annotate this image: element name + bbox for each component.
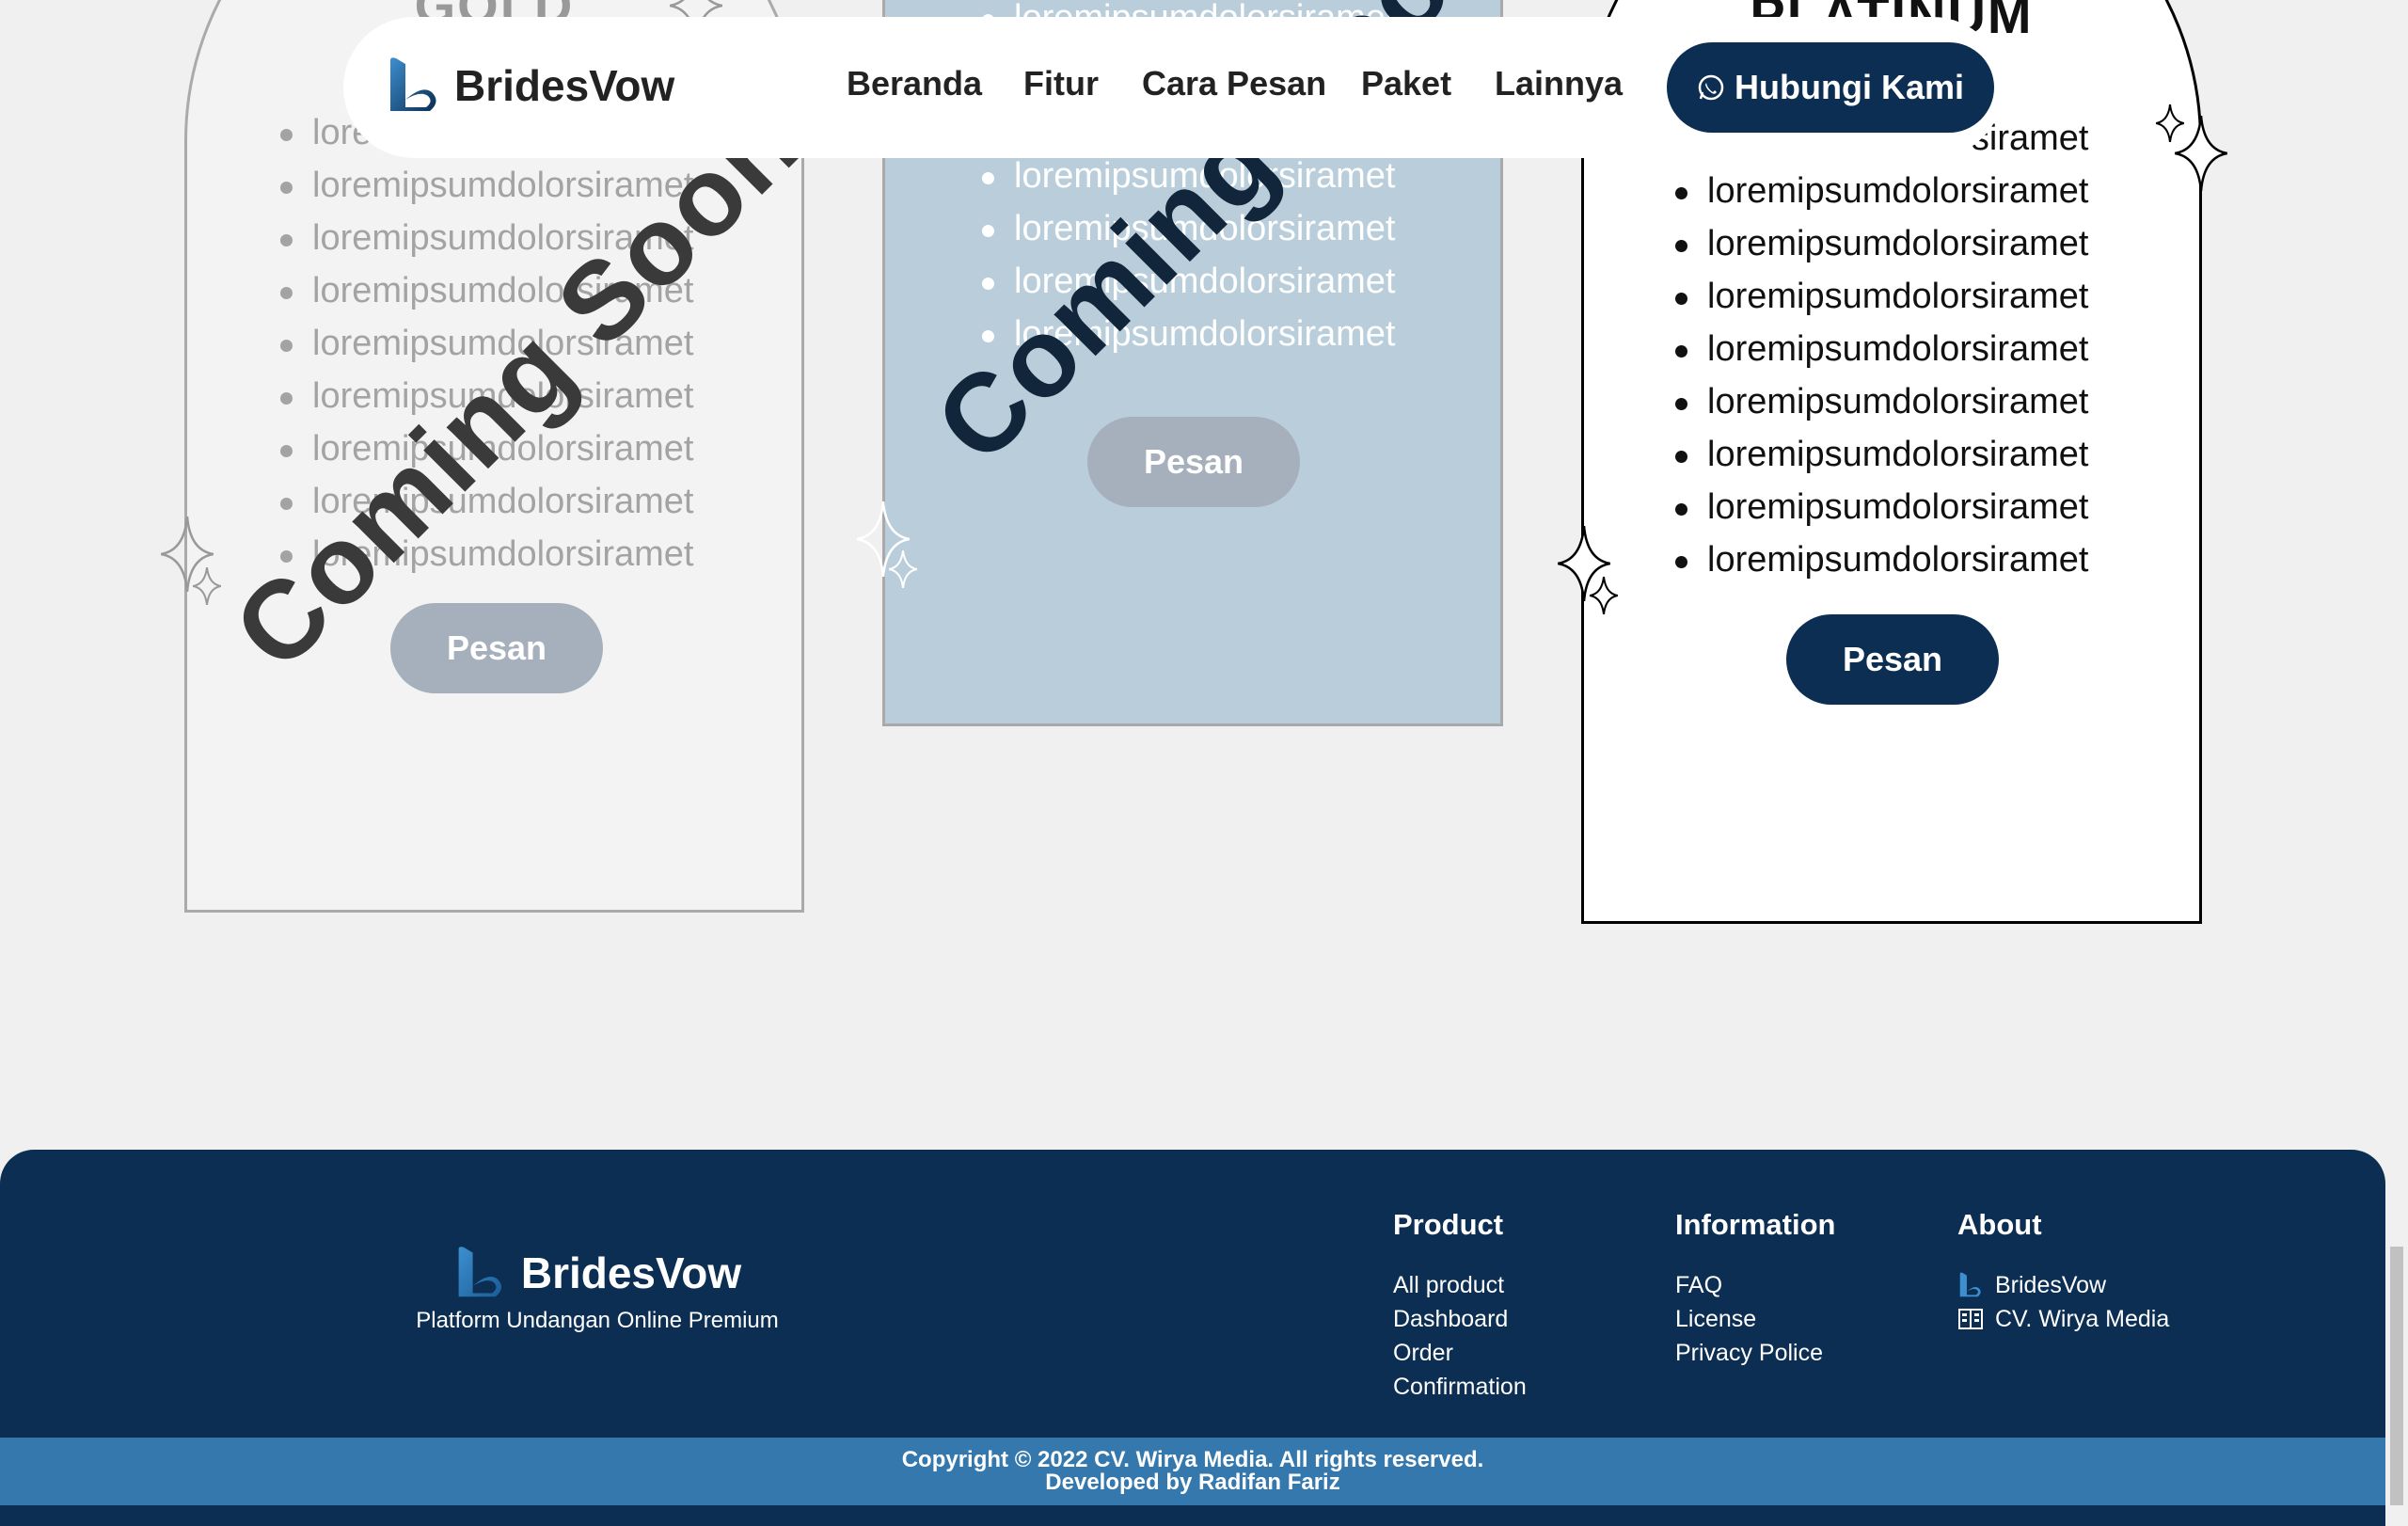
footer-link-dashboard[interactable]: Dashboard: [1393, 1302, 1527, 1336]
contact-button[interactable]: Hubungi Kami: [1667, 42, 1994, 133]
footer-column-product: Product All product Dashboard Order Conf…: [1393, 1208, 1527, 1404]
footer-brand: BridesVow Platform Undangan Online Premi…: [414, 1244, 781, 1334]
pesan-button[interactable]: Pesan: [390, 603, 603, 693]
sparkle-icon: [2156, 104, 2184, 142]
bridesvow-logo-icon: [390, 57, 436, 111]
about-item-wirya[interactable]: CV. Wirya Media: [1957, 1302, 2169, 1336]
copyright-text: Copyright © 2022 CV. Wirya Media. All ri…: [901, 1447, 1484, 1472]
nav-link-paket[interactable]: Paket: [1361, 64, 1451, 103]
pesan-button[interactable]: Pesan: [1087, 417, 1300, 507]
scrollbar-thumb[interactable]: [2390, 1247, 2403, 1505]
copyright-bar: Copyright © 2022 CV. Wirya Media. All ri…: [0, 1438, 2385, 1505]
footer-link-all-product[interactable]: All product: [1393, 1268, 1527, 1302]
developer-credit: Developed by Radifan Fariz: [1045, 1470, 1340, 1495]
nav-link-cara-pesan[interactable]: Cara Pesan: [1142, 64, 1326, 103]
footer-heading: Information: [1675, 1208, 1836, 1241]
footer-column-information: Information FAQ License Privacy Police: [1675, 1208, 1836, 1370]
nav-link-lainnya[interactable]: Lainnya: [1495, 64, 1623, 103]
whatsapp-icon: [1698, 74, 1724, 101]
feature-item: loremipsumdolorsiramet: [1673, 217, 2088, 270]
sparkle-icon: [1590, 577, 1618, 614]
sparkle-icon: [193, 567, 221, 605]
sparkle-icon: [889, 550, 917, 588]
footer-link-faq[interactable]: FAQ: [1675, 1268, 1836, 1302]
building-icon: [1958, 1309, 1983, 1329]
footer-tagline: Platform Undangan Online Premium: [416, 1308, 779, 1333]
footer-heading: Product: [1393, 1208, 1504, 1241]
feature-item: loremipsumdolorsiramet: [1673, 428, 2088, 481]
nav-link-fitur[interactable]: Fitur: [1023, 64, 1099, 103]
footer-link-confirmation[interactable]: Confirmation: [1393, 1370, 1527, 1404]
feature-list: loremipsumdolorsiramet loremipsumdolorsi…: [1673, 112, 2088, 586]
bridesvow-logo-icon: [1959, 1272, 1981, 1297]
about-item-bridesvow[interactable]: BridesVow: [1957, 1268, 2169, 1302]
footer-logo[interactable]: BridesVow: [414, 1244, 781, 1302]
nav-link-beranda[interactable]: Beranda: [847, 64, 982, 103]
footer-heading: About: [1957, 1208, 2042, 1241]
footer-column-about: About BridesVow CV. Wirya Media: [1957, 1208, 2169, 1336]
feature-item: loremipsumdolorsiramet: [1673, 270, 2088, 323]
footer-link-license[interactable]: License: [1675, 1302, 1836, 1336]
navbar: BridesVow Beranda Fitur Cara Pesan Paket…: [343, 17, 2004, 158]
footer-brand-name: BridesVow: [520, 1248, 742, 1297]
feature-item: loremipsumdolorsiramet: [1673, 375, 2088, 428]
feature-item: loremipsumdolorsiramet: [1673, 165, 2088, 217]
about-item-label: CV. Wirya Media: [1995, 1306, 2170, 1332]
bridesvow-logo-icon: [458, 1247, 501, 1297]
brand-name: BridesVow: [454, 61, 675, 110]
about-item-label: BridesVow: [1995, 1272, 2107, 1298]
footer-link-order[interactable]: Order: [1393, 1336, 1527, 1370]
feature-item: loremipsumdolorsiramet: [1673, 481, 2088, 533]
brand-logo[interactable]: BridesVow: [385, 56, 674, 115]
pesan-button[interactable]: Pesan: [1786, 614, 1999, 705]
contact-button-label: Hubungi Kami: [1735, 68, 1964, 106]
feature-item: loremipsumdolorsiramet: [1673, 323, 2088, 375]
feature-item: loremipsumdolorsiramet: [1673, 533, 2088, 586]
footer-link-privacy[interactable]: Privacy Police: [1675, 1336, 1836, 1370]
